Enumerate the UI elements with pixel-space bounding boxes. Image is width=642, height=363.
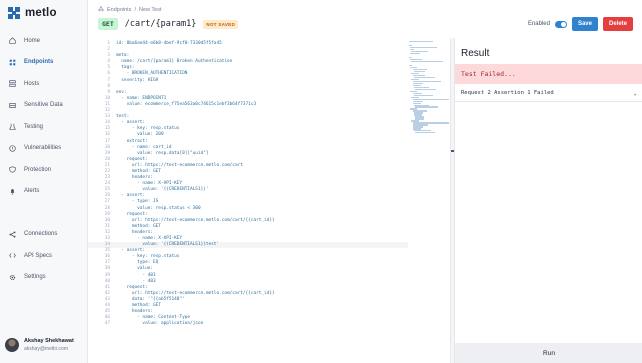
brand-logo[interactable]: metlo xyxy=(8,7,57,19)
status-badge: NOT SAVED xyxy=(203,19,239,29)
header-controls: Enabled Save Delete xyxy=(528,17,633,31)
page-title: GET /cart/{param1} NOT SAVED xyxy=(98,18,239,30)
sensitive-data-icon xyxy=(9,102,16,108)
run-button[interactable]: Run xyxy=(455,343,642,363)
chevron-down-icon: ⌄ xyxy=(633,89,637,97)
breadcrumb-link-endpoints[interactable]: Endpoints xyxy=(107,7,131,13)
sidebar-item-connections[interactable]: Connections xyxy=(0,224,88,246)
minimap-line xyxy=(415,132,435,134)
sidebar-item-hosts[interactable]: Hosts xyxy=(0,73,88,95)
line-text: id: 0ba6ae44-e6b8-4bef-9cf0-7330d5f5fa45 xyxy=(116,41,222,46)
line-text: value: application/json xyxy=(116,321,204,327)
sidebar: metlo Home Endpoints Hosts Sensitive Dat… xyxy=(0,0,88,363)
sidebar-item-label: Endpoints xyxy=(24,59,54,66)
hosts-icon xyxy=(9,80,16,87)
minimap-line xyxy=(415,106,439,108)
breadcrumb: ⁂ Endpoints / New Test xyxy=(98,6,162,14)
breadcrumb-current: New Test xyxy=(139,6,162,13)
connections-icon xyxy=(9,231,16,238)
code-lines[interactable]: 1 id: 0ba6ae44-e6b8-4bef-9cf0-7330d5f5fa4… xyxy=(88,41,408,327)
sidebar-item-label: Hosts xyxy=(24,80,40,87)
api-specs-icon xyxy=(9,253,16,259)
brand-name: metlo xyxy=(25,7,57,19)
minimap-line xyxy=(409,41,433,43)
sidebar-item-label: API Specs xyxy=(24,252,53,259)
testing-icon xyxy=(9,123,16,130)
home-icon xyxy=(9,37,16,44)
sidebar-item-api-specs[interactable]: API Specs xyxy=(0,245,88,267)
line-number: 47 xyxy=(104,321,110,327)
code-line[interactable]: 47 value: application/json xyxy=(88,321,408,327)
sidebar-item-endpoints[interactable]: Endpoints xyxy=(0,52,88,74)
enabled-label: Enabled xyxy=(527,21,550,27)
sidebar-item-label: Alerts xyxy=(24,188,40,195)
sidebar-item-label: Protection xyxy=(24,166,52,173)
sidebar-item-label: Sensitive Data xyxy=(24,102,63,109)
test-status-banner: Test Failed... xyxy=(455,64,642,84)
settings-icon xyxy=(9,274,16,280)
avatar xyxy=(5,338,19,352)
user-name: Akshay Shekhawat xyxy=(24,338,74,344)
method-badge: GET xyxy=(98,18,118,30)
save-button[interactable]: Save xyxy=(571,17,598,31)
endpoint-path: /cart/{param1} xyxy=(124,19,197,29)
sidebar-item-sensitive-data[interactable]: Sensitive Data xyxy=(0,95,88,117)
user-profile[interactable]: Akshay Shekhawat akshay@metlo.com xyxy=(5,337,74,353)
enabled-toggle[interactable] xyxy=(554,20,567,28)
page-header: ⁂ Endpoints / New Test GET /cart/{param1… xyxy=(88,0,642,38)
minimap-line xyxy=(410,52,420,55)
sidebar-item-label: Connections xyxy=(24,231,58,238)
line-text: severity: HIGH xyxy=(116,77,159,83)
endpoints-icon xyxy=(9,59,16,66)
endpoints-icon: ⁂ xyxy=(98,7,104,13)
result-title: Result xyxy=(461,48,490,59)
line-text: value: ecommerce_f75ea563a0c74615c1ebf3b… xyxy=(116,101,257,107)
alerts-icon xyxy=(10,188,15,195)
sidebar-item-alerts[interactable]: Alerts xyxy=(0,181,88,203)
delete-button[interactable]: Delete xyxy=(602,17,633,31)
result-panel: Result Test Failed... Request 2 Assertio… xyxy=(454,38,642,363)
assertion-failure-text: Request 2 Assertion 1 Failed xyxy=(461,90,554,96)
sidebar-item-vulnerabilities[interactable]: Vulnerabilities xyxy=(0,138,88,160)
user-email: akshay@metlo.com xyxy=(24,346,68,352)
sidebar-item-settings[interactable]: Settings xyxy=(0,267,88,289)
sidebar-item-testing[interactable]: Testing xyxy=(0,116,88,138)
vulnerabilities-icon xyxy=(9,145,16,152)
sidebar-item-label: Testing xyxy=(24,123,44,130)
breadcrumb-separator: / xyxy=(134,6,136,13)
sidebar-item-label: Home xyxy=(24,37,41,44)
minimap-line xyxy=(411,60,444,63)
sidebar-item-label: Vulnerabilities xyxy=(24,145,62,152)
assertion-failure-row[interactable]: Request 2 Assertion 1 Failed ⌄ xyxy=(455,85,642,102)
sidebar-item-protection[interactable]: Protection xyxy=(0,159,88,181)
code-editor[interactable]: 1 id: 0ba6ae44-e6b8-4bef-9cf0-7330d5f5fa4… xyxy=(88,38,450,363)
sidebar-nav: Home Endpoints Hosts Sensitive Data Test… xyxy=(0,30,88,288)
minimap-line xyxy=(415,88,436,90)
protection-icon xyxy=(9,166,16,173)
metlo-logo-icon xyxy=(8,7,20,19)
sidebar-item-label: Settings xyxy=(24,274,46,281)
user-info: Akshay Shekhawat akshay@metlo.com xyxy=(24,337,74,353)
sidebar-item-home[interactable]: Home xyxy=(0,30,88,52)
editor-minimap[interactable] xyxy=(409,41,449,134)
